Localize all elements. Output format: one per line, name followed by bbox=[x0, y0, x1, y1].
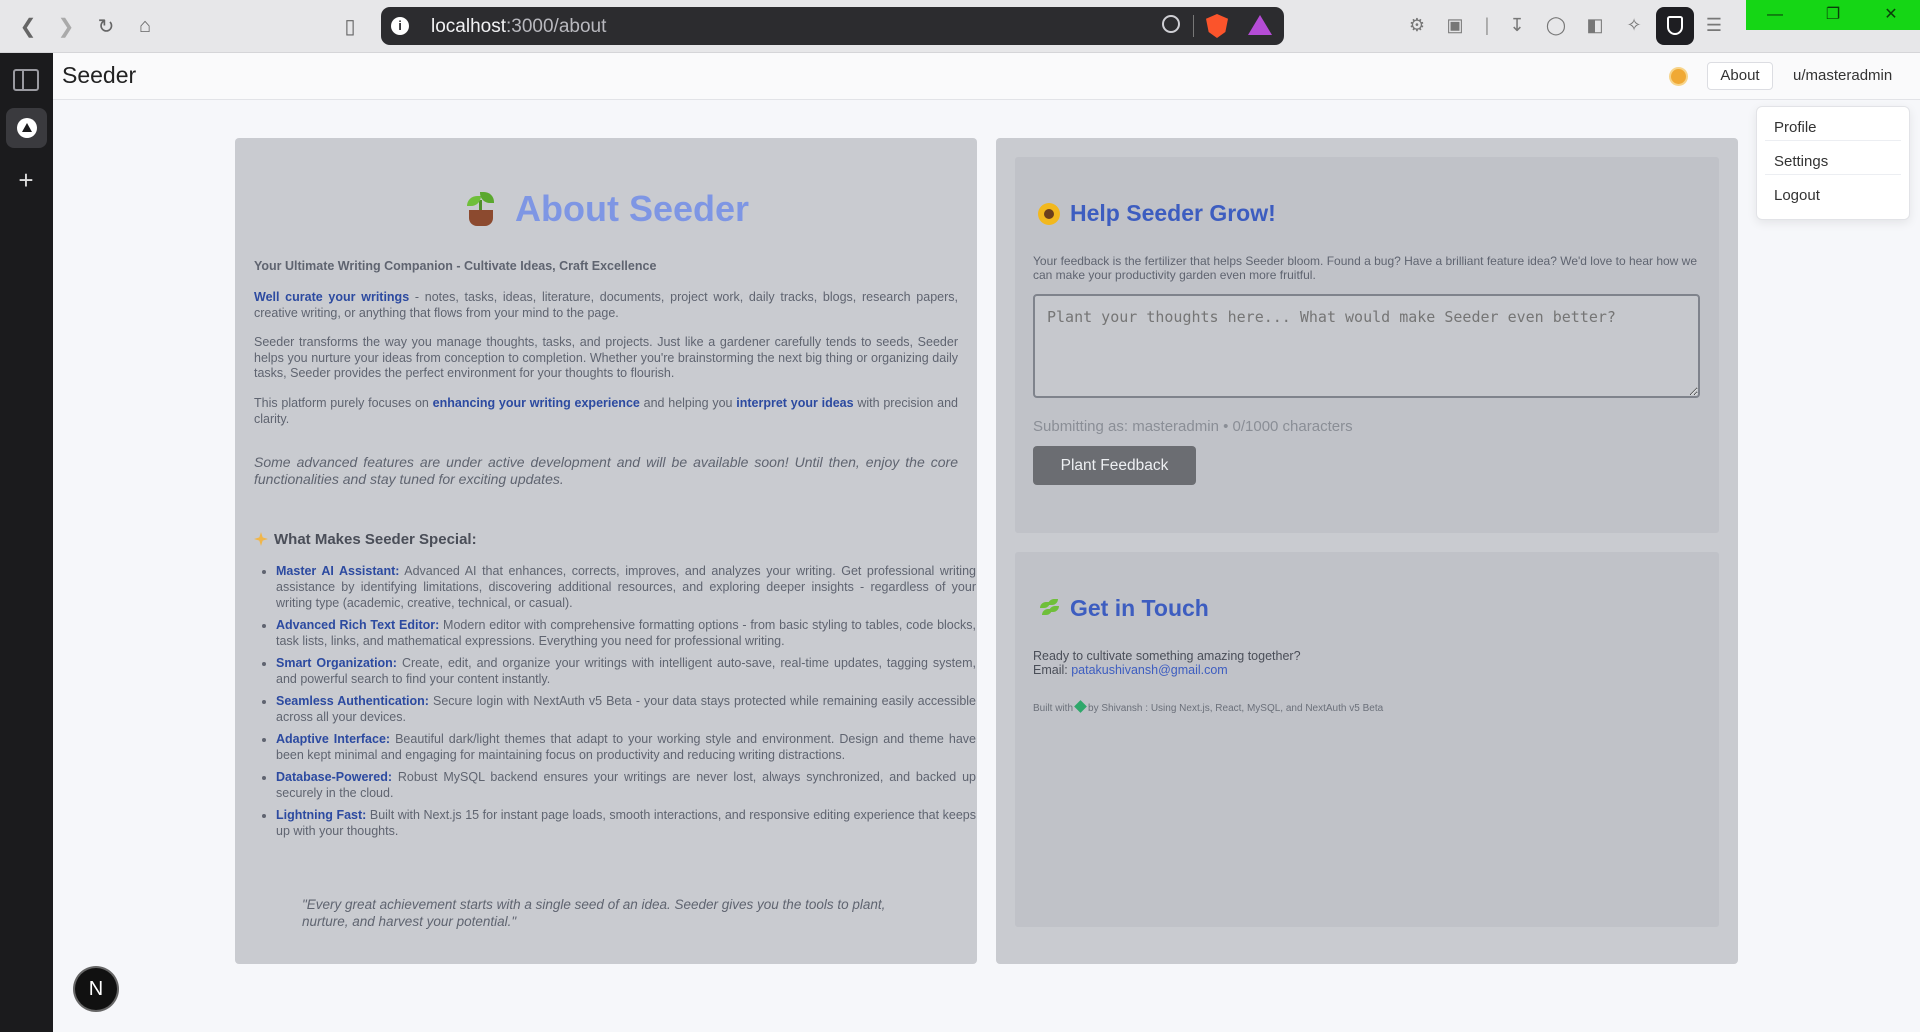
divider bbox=[1193, 15, 1194, 37]
feature-item: Database-Powered: Robust MySQL backend e… bbox=[276, 769, 976, 801]
sparkle-icon bbox=[254, 532, 268, 546]
browser-sidebar: + bbox=[0, 53, 53, 1032]
zoom-icon[interactable] bbox=[1162, 15, 1180, 33]
nextjs-dev-badge[interactable]: N bbox=[75, 968, 117, 1010]
heart-icon bbox=[1074, 700, 1087, 713]
special-heading: What Makes Seeder Special: bbox=[254, 531, 477, 548]
feature-item: Master AI Assistant: Advanced AI that en… bbox=[276, 563, 976, 611]
menu-icon[interactable]: ☰ bbox=[1703, 14, 1725, 36]
leo-icon[interactable]: ◯ bbox=[1545, 14, 1567, 36]
feature-list: Master AI Assistant: Advanced AI that en… bbox=[258, 563, 976, 845]
sidebar-panel-icon[interactable] bbox=[13, 69, 39, 91]
feature-item: Adaptive Interface: Beautiful dark/light… bbox=[276, 731, 976, 763]
about-button[interactable]: About bbox=[1707, 62, 1773, 90]
contact-title: Get in Touch bbox=[1070, 595, 1209, 621]
seedling-icon bbox=[463, 190, 499, 228]
description-paragraph: Seeder transforms the way you manage tho… bbox=[254, 335, 958, 380]
built-with-credit: Built with by Shivansh : Using Next.js, R… bbox=[1033, 700, 1383, 714]
character-counter: Submitting as: masteradmin • 0/1000 char… bbox=[1033, 418, 1353, 435]
contact-info: Ready to cultivate something amazing tog… bbox=[1033, 649, 1301, 677]
reload-icon[interactable]: ↻ bbox=[92, 12, 120, 40]
minimize-icon[interactable]: — bbox=[1746, 0, 1804, 30]
feedback-title: Help Seeder Grow! bbox=[1070, 200, 1276, 226]
app-header: Seeder About u/masteradmin bbox=[53, 53, 1920, 100]
toolbar-divider: | bbox=[1484, 15, 1490, 35]
focus-paragraph: This platform purely focuses on enhancin… bbox=[254, 396, 958, 426]
sidebar-toggle-icon[interactable]: ◧ bbox=[1584, 14, 1606, 36]
back-icon[interactable]: ❮ bbox=[14, 12, 42, 40]
forward-icon[interactable]: ❯ bbox=[52, 12, 80, 40]
download-icon[interactable]: ↧ bbox=[1506, 14, 1528, 36]
feature-item: Smart Organization: Create, edit, and or… bbox=[276, 655, 976, 687]
close-icon[interactable]: ✕ bbox=[1862, 0, 1920, 30]
intro-paragraph: Well curate your writings - notes, tasks… bbox=[254, 290, 959, 320]
about-title: About Seeder bbox=[515, 188, 750, 229]
ai-sparkle-icon[interactable]: ✧ bbox=[1623, 14, 1645, 36]
feature-item: Lightning Fast: Built with Next.js 15 fo… bbox=[276, 807, 976, 839]
vpn-shield-icon[interactable] bbox=[1656, 7, 1694, 45]
menu-item-profile[interactable]: Profile bbox=[1774, 119, 1817, 136]
home-icon[interactable]: ⌂ bbox=[131, 12, 159, 40]
browser-toolbar: ❮ ❯ ↻ ⌂ ▯ i localhost:3000/about ⚙ ▣ | ↧… bbox=[0, 0, 1920, 53]
email-link[interactable]: patakushivansh@gmail.com bbox=[1071, 663, 1228, 677]
address-bar[interactable]: i localhost:3000/about bbox=[381, 7, 1284, 45]
extensions-icon[interactable]: ⚙ bbox=[1406, 14, 1428, 36]
theme-toggle-icon[interactable] bbox=[1671, 69, 1686, 84]
wallet-icon[interactable]: ▣ bbox=[1444, 14, 1466, 36]
submit-feedback-button[interactable]: Plant Feedback bbox=[1033, 446, 1196, 485]
menu-item-logout[interactable]: Logout bbox=[1774, 187, 1820, 204]
brave-shields-icon[interactable] bbox=[1206, 14, 1228, 38]
feature-item: Advanced Rich Text Editor: Modern editor… bbox=[276, 617, 976, 649]
user-menu-button[interactable]: u/masteradmin bbox=[1793, 67, 1892, 84]
menu-divider bbox=[1765, 140, 1901, 141]
restore-icon[interactable]: ❐ bbox=[1804, 0, 1862, 30]
feature-item: Seamless Authentication: Secure login wi… bbox=[276, 693, 976, 725]
add-icon[interactable]: + bbox=[13, 167, 39, 193]
tagline: Your Ultimate Writing Companion - Cultiv… bbox=[254, 259, 657, 273]
sunflower-icon bbox=[1038, 203, 1060, 225]
menu-divider bbox=[1765, 174, 1901, 175]
feedback-description: Your feedback is the fertilizer that hel… bbox=[1033, 254, 1698, 282]
closing-quote: "Every great achievement starts with a s… bbox=[302, 897, 886, 929]
feedback-input[interactable] bbox=[1033, 294, 1700, 398]
menu-item-settings[interactable]: Settings bbox=[1774, 153, 1828, 170]
brave-rewards-icon[interactable] bbox=[1248, 15, 1272, 35]
user-dropdown-menu: Profile Settings Logout bbox=[1756, 106, 1910, 220]
development-notice: Some advanced features are under active … bbox=[254, 454, 958, 487]
brand-logo[interactable]: Seeder bbox=[62, 62, 136, 89]
bookmark-icon[interactable]: ▯ bbox=[336, 12, 364, 40]
url-text: localhost:3000/about bbox=[431, 16, 607, 37]
herb-icon bbox=[1038, 598, 1060, 620]
app-shortcut-icon[interactable] bbox=[6, 108, 47, 148]
site-info-icon[interactable]: i bbox=[391, 17, 409, 35]
